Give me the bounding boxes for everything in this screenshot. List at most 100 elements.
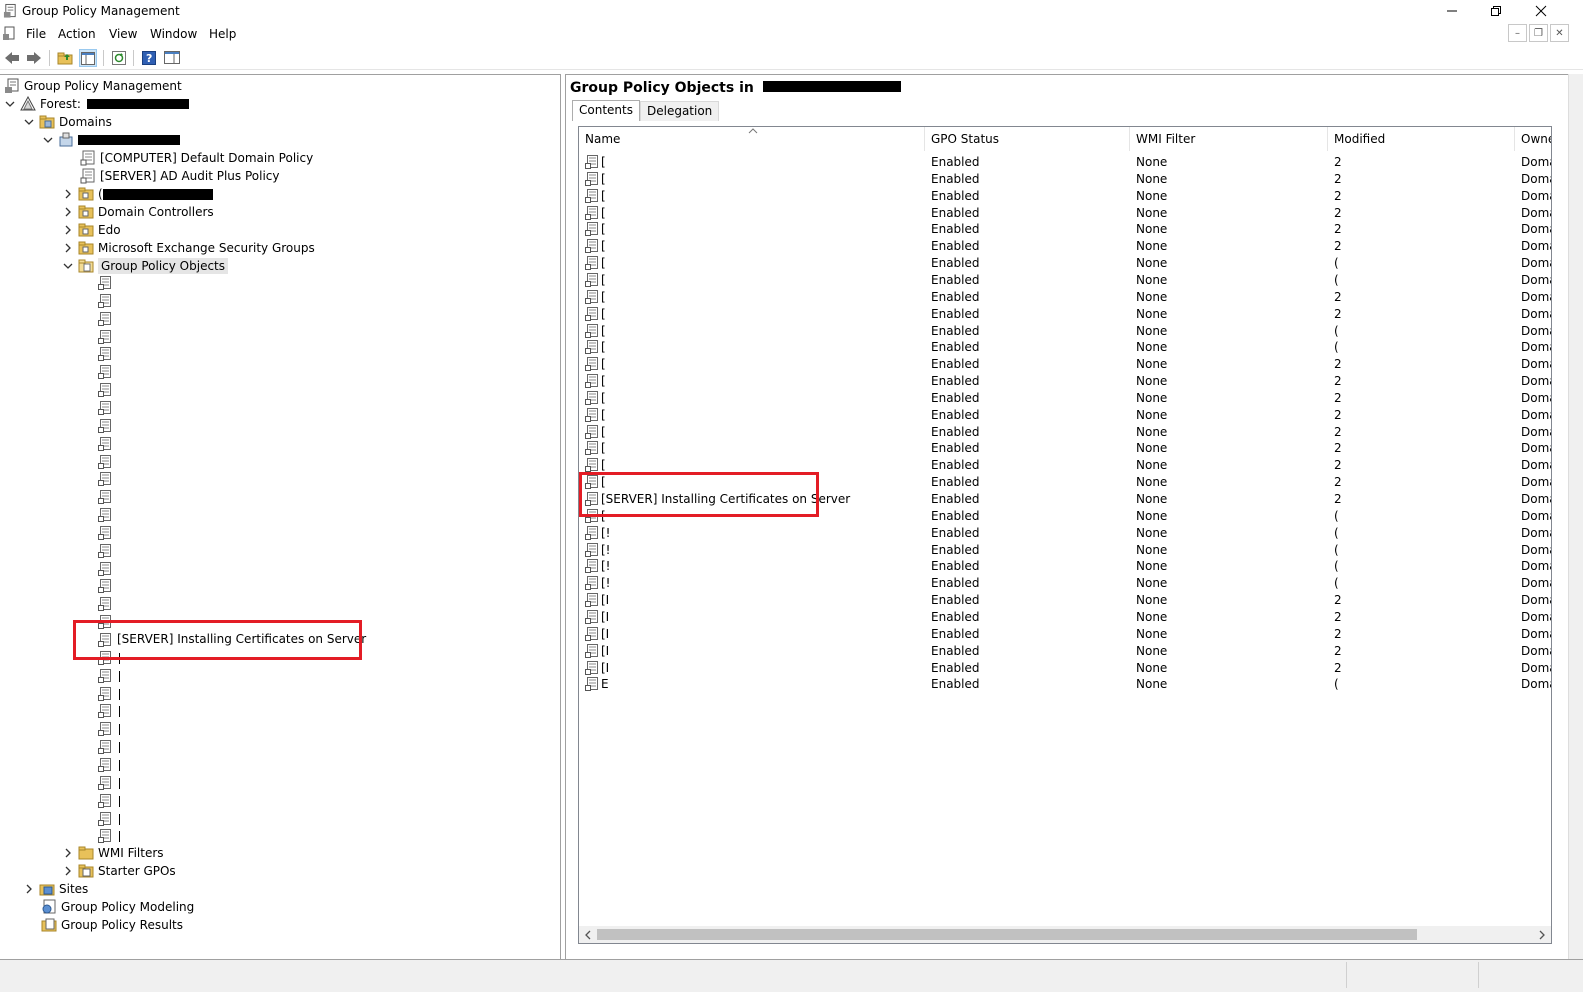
forward-button[interactable] (25, 49, 43, 67)
table-row[interactable]: [Enabled None 2 Domai (579, 289, 1551, 306)
tree-gpo-leaf[interactable] (98, 490, 112, 504)
table-row[interactable]: [I Enabled None 2 Domai (579, 660, 1551, 677)
menu-file[interactable]: File (26, 27, 46, 41)
refresh-button[interactable] (110, 49, 128, 67)
tree-gpo-leaf[interactable] (98, 544, 112, 558)
table-row[interactable]: [Enabled None 2 Domai (579, 407, 1551, 424)
table-row[interactable]: [Enabled None 2 Domai (579, 188, 1551, 205)
tree-edo[interactable]: Edo (62, 221, 121, 239)
tree-gpo-leaf[interactable] (98, 740, 112, 754)
tree-gpo-leaf[interactable] (98, 722, 112, 736)
chevron-right-icon[interactable] (62, 224, 74, 236)
horizontal-scrollbar[interactable] (579, 926, 1551, 943)
chevron-right-icon[interactable] (62, 865, 74, 877)
table-row[interactable]: [Enabled None 2 Domai (579, 306, 1551, 323)
tree-ad-audit-policy[interactable]: [SERVER] AD Audit Plus Policy (80, 167, 280, 185)
chevron-down-icon[interactable] (23, 116, 35, 128)
table-row[interactable]: [Enabled None 2 Domai (579, 373, 1551, 390)
tree-gpo-leaf[interactable] (98, 276, 112, 290)
chevron-right-icon[interactable] (62, 188, 74, 200)
tree-gpo-leaf[interactable] (98, 776, 112, 790)
tree-modeling[interactable]: Group Policy Modeling (41, 898, 194, 916)
table-row[interactable]: [Enabled None 2 Domai (579, 154, 1551, 171)
tree-gpo-leaf[interactable] (98, 687, 112, 701)
tree-ou-redacted[interactable]: ( (62, 185, 213, 203)
tree-gpo-leaf[interactable] (98, 562, 112, 576)
tab-contents[interactable]: Contents (572, 100, 640, 121)
scroll-left-icon[interactable] (583, 930, 593, 940)
chevron-right-icon[interactable] (62, 242, 74, 254)
table-row[interactable]: [Enabled None 2 Domai (579, 424, 1551, 441)
table-row[interactable]: [! Enabled None (Domai (579, 558, 1551, 575)
tree-gpo-leaf[interactable] (98, 472, 112, 486)
close-button[interactable] (1518, 0, 1564, 22)
tree-gpo-leaf[interactable] (98, 669, 112, 683)
tree-gpo-folder[interactable]: Group Policy Objects (62, 257, 229, 275)
table-row[interactable]: [Enabled None (Domai (579, 255, 1551, 272)
column-header-name[interactable]: Name (579, 127, 925, 151)
table-row[interactable]: [! Enabled None (Domai (579, 542, 1551, 559)
tree-wmi-filters[interactable]: WMI Filters (62, 844, 164, 862)
tree-gpo-leaf[interactable] (98, 383, 112, 397)
tree-root[interactable]: Group Policy Management (4, 77, 182, 95)
tree-domain-node[interactable] (42, 131, 180, 149)
tree-gpo-leaf[interactable] (98, 455, 112, 469)
horizontal-scroll-thumb[interactable] (597, 929, 1417, 940)
tree-gpo-leaf[interactable] (98, 419, 112, 433)
table-row[interactable]: [I Enabled None 2 Domai (579, 626, 1551, 643)
tree-gpo-leaf[interactable] (98, 437, 112, 451)
scroll-right-icon[interactable] (1537, 930, 1547, 940)
tree-gpo-leaf[interactable] (98, 294, 112, 308)
tree-gpo-leaf[interactable] (98, 704, 112, 718)
column-header-gpo-status[interactable]: GPO Status (925, 127, 1130, 151)
tree-gpo-leaf[interactable] (98, 526, 112, 540)
tree-exchange-groups[interactable]: Microsoft Exchange Security Groups (62, 239, 315, 257)
tree-gpo-leaf[interactable] (98, 597, 112, 611)
chevron-down-icon[interactable] (4, 98, 16, 110)
tree-gpo-leaf[interactable] (98, 794, 112, 808)
tree-domains[interactable]: Domains (23, 113, 112, 131)
table-row[interactable]: [I Enabled None 2 Domai (579, 592, 1551, 609)
tree-gpo-leaf[interactable] (98, 365, 112, 379)
chevron-down-icon[interactable] (62, 260, 74, 272)
tree-gpo-leaf[interactable] (98, 330, 112, 344)
table-row[interactable]: [! Enabled None (Domai (579, 525, 1551, 542)
mdi-minimize-button[interactable]: – (1508, 24, 1527, 42)
table-row[interactable]: [Enabled None 2 Domai (579, 171, 1551, 188)
table-row[interactable]: [Enabled None (Domai (579, 339, 1551, 356)
chevron-down-icon[interactable] (42, 134, 54, 146)
menu-view[interactable]: View (109, 27, 137, 41)
console-doc-icon[interactable] (3, 26, 17, 41)
table-row[interactable]: [! Enabled None (Domai (579, 575, 1551, 592)
mdi-close-button[interactable]: ✕ (1550, 24, 1569, 42)
table-row[interactable]: [Enabled None 2 Domai (579, 238, 1551, 255)
chevron-right-icon[interactable] (62, 847, 74, 859)
chevron-right-icon[interactable] (62, 206, 74, 218)
tree-gpo-leaf[interactable] (98, 579, 112, 593)
table-row[interactable]: [Enabled None 2 Domai (579, 205, 1551, 222)
up-folder-button[interactable] (56, 49, 74, 67)
table-row[interactable]: [I Enabled None 2 Domai (579, 609, 1551, 626)
table-row[interactable]: E Enabled None (Domai (579, 676, 1551, 693)
tree-gpo-leaf[interactable] (98, 758, 112, 772)
column-header-owner[interactable]: Owner (1515, 127, 1551, 151)
table-row[interactable]: [Enabled None (Domai (579, 272, 1551, 289)
tree-gpo-leaf[interactable] (98, 829, 112, 843)
menu-action[interactable]: Action (58, 27, 96, 41)
show-hide-tree-button[interactable] (79, 49, 97, 67)
tree-gpo-leaf[interactable] (98, 508, 112, 522)
chevron-right-icon[interactable] (23, 883, 35, 895)
column-header-wmi-filter[interactable]: WMI Filter (1130, 127, 1328, 151)
tree-starter-gpos[interactable]: Starter GPOs (62, 862, 176, 880)
table-row[interactable]: [Enabled None 2 Domai (579, 390, 1551, 407)
tree-gpo-leaf[interactable] (98, 812, 112, 826)
table-row[interactable]: [Enabled None (Domai (579, 323, 1551, 340)
table-row[interactable]: [Enabled None 2 Domai (579, 440, 1551, 457)
tree-gpo-leaf[interactable] (98, 312, 112, 326)
table-row[interactable]: [I Enabled None 2 Domai (579, 643, 1551, 660)
table-row[interactable]: [Enabled None 2 Domai (579, 356, 1551, 373)
tab-delegation[interactable]: Delegation (639, 101, 720, 121)
tree-domain-controllers[interactable]: Domain Controllers (62, 203, 214, 221)
restore-button[interactable] (1473, 0, 1519, 22)
column-header-modified[interactable]: Modified (1328, 127, 1515, 151)
